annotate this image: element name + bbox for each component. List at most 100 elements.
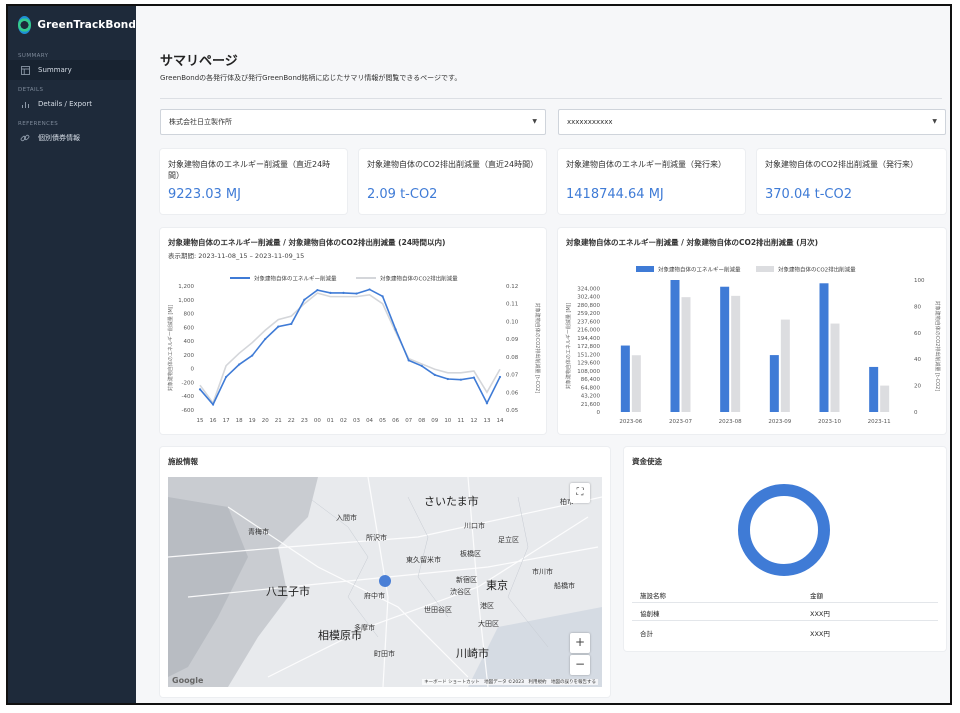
x-tick-label: 2023-08: [719, 419, 742, 425]
brand[interactable]: GreenTrackBond: [18, 12, 136, 38]
fund-total-label: 合計: [640, 630, 653, 638]
y-tick-label: 600: [184, 325, 195, 331]
donut-ring: [738, 484, 830, 576]
y2-axis-label: 対象建物自体のCO2排出削減量 [t-CO2]: [534, 303, 541, 394]
bar-chart-card: 対象建物自体のエネルギー削減量 / 対象建物自体のCO2排出削減量 (月次) 対…: [558, 228, 946, 434]
data-point: [472, 376, 476, 379]
brand-name: GreenTrackBond: [37, 19, 136, 31]
y-axis-label: 対象建物自体のエネルギー削減量 [MJ]: [167, 305, 174, 391]
bar-co2: [631, 355, 641, 412]
x-tick-label: 14: [497, 418, 504, 424]
y-tick-label: 237,600: [577, 319, 600, 325]
y-tick-label: 400: [184, 339, 195, 345]
sidebar-item-summary[interactable]: Summary: [8, 60, 136, 80]
x-tick-label: 07: [405, 418, 412, 424]
legend-swatch: [636, 266, 654, 272]
sidebar-item-bond-info[interactable]: 個別債券情報: [8, 128, 136, 148]
facility-map-card: 施設情報 さいたま市 川口市 足立区 板橋区 東京 新宿区 渋谷区 世田谷区 八…: [160, 447, 610, 697]
zoom-out-button[interactable]: −: [570, 655, 590, 675]
x-tick-label: 13: [483, 418, 490, 424]
kpi-label: 対象建物自体のエネルギー削減量（直近24時間）: [168, 160, 331, 180]
kpi-label: 対象建物自体のCO2排出削減量（発行来）: [765, 160, 918, 169]
data-point: [368, 288, 371, 291]
x-tick-label: 16: [210, 418, 217, 424]
link-icon: [20, 133, 30, 143]
caret-down-icon: ▼: [932, 118, 937, 125]
data-point: [264, 337, 267, 341]
y-tick-label: 43,200: [581, 394, 601, 400]
x-tick-label: 2023-10: [818, 419, 841, 425]
y-tick-label: 302,400: [577, 295, 600, 301]
app-window: GreenTrackBond SUMMARY Summary DETAILS D…: [6, 4, 952, 705]
map-label: 東久留米市: [406, 556, 441, 564]
map-label: 川崎市: [456, 647, 489, 660]
fund-total-row: 合計 XXX円: [632, 623, 938, 641]
y-tick-label: 280,800: [577, 303, 600, 309]
sidebar-item-details-export[interactable]: Details / Export: [8, 94, 136, 114]
y2-axis-label: 対象建物自体のCO2排出削減量 [t-CO2]: [934, 301, 941, 392]
bar-co2: [681, 297, 691, 412]
fund-total-amount: XXX円: [810, 630, 830, 638]
y2-tick-label: 0.07: [506, 373, 519, 379]
legend-label: 対象建物自体のエネルギー削減量: [658, 266, 741, 274]
zoom-in-button[interactable]: +: [570, 633, 590, 653]
y-tick-label: 259,200: [577, 311, 600, 317]
x-tick-label: 05: [379, 418, 386, 424]
legend-swatch: [756, 266, 774, 272]
data-point: [433, 373, 436, 376]
y2-tick-label: 40: [914, 357, 921, 363]
y-tick-label: 64,800: [581, 385, 601, 391]
map-attribution[interactable]: キーボード ショートカット 地図データ ©2023 利用規約 地図の誤りを報告す…: [422, 679, 598, 685]
map-label: 町田市: [374, 650, 395, 658]
bar-energy: [720, 286, 730, 412]
fund-col-amount: 金額: [810, 592, 823, 600]
y-tick-label: 1,000: [178, 298, 194, 304]
x-tick-label: 08: [418, 418, 425, 424]
sidebar-item-label: Details / Export: [38, 100, 92, 108]
x-tick-label: 20: [262, 418, 269, 424]
y2-tick-label: 100: [914, 278, 925, 284]
line-chart: 対象建物自体のエネルギー削減量 対象建物自体のCO2排出削減量 -600 -400 -2…: [167, 275, 541, 425]
kpi-value: 1418744.64 MJ: [566, 187, 664, 202]
y-axis-label: 対象建物自体のエネルギー削減量 [MJ]: [565, 303, 572, 389]
map-label: 入間市: [336, 514, 357, 522]
x-tick-label: 21: [275, 418, 282, 424]
line-chart-card: 対象建物自体のエネルギー削減量 / 対象建物自体のCO2排出削減量 (24時間以…: [160, 228, 546, 434]
bar-chart: 対象建物自体のエネルギー削減量 対象建物自体のCO2排出削減量 0 21,600 43,…: [565, 266, 941, 426]
sidebar-item-label: Summary: [38, 66, 72, 74]
data-point: [211, 403, 215, 406]
google-logo: Google: [172, 676, 204, 685]
map-label: 船橋市: [554, 582, 575, 590]
y-tick-label: 1,200: [178, 284, 194, 290]
facility-map[interactable]: さいたま市 川口市 足立区 板橋区 東京 新宿区 渋谷区 世田谷区 八王子市 府…: [168, 477, 602, 687]
x-tick-label: 11: [457, 418, 464, 424]
x-tick-label: 00: [314, 418, 321, 424]
map-label: 川口市: [464, 522, 485, 530]
data-point: [459, 378, 462, 381]
data-point: [251, 354, 254, 357]
data-point: [316, 289, 319, 292]
y2-tick-label: 0.10: [506, 319, 519, 325]
issuer-select[interactable]: 株式会社日立製作所 ▼: [160, 109, 546, 135]
y-tick-label: 324,000: [577, 286, 600, 292]
x-tick-label: 18: [236, 418, 243, 424]
fund-row-amount: XXX円: [810, 610, 830, 618]
chart-legend: 対象建物自体のエネルギー削減量 対象建物自体のCO2排出削減量: [636, 266, 856, 274]
map-label: 板橋区: [460, 550, 481, 558]
data-point: [198, 388, 202, 391]
sidebar: GreenTrackBond SUMMARY Summary DETAILS D…: [8, 6, 136, 703]
map-label: 多摩市: [354, 624, 375, 632]
map-label: 新宿区: [456, 576, 477, 584]
map-title: 施設情報: [168, 457, 198, 466]
data-point: [394, 328, 397, 331]
y-tick-label: 0: [191, 367, 195, 373]
page-title: サマリページ: [160, 54, 238, 69]
data-point: [407, 359, 410, 362]
data-point: [224, 375, 228, 379]
x-tick-label: 17: [223, 418, 230, 424]
fullscreen-button[interactable]: ⛶: [570, 483, 590, 503]
y-tick-label: 86,400: [581, 377, 601, 383]
bond-select[interactable]: xxxxxxxxxxx ▼: [558, 109, 946, 135]
x-tick-label: 23: [301, 418, 308, 424]
table-row: 協創棟 XXX円: [632, 603, 938, 621]
